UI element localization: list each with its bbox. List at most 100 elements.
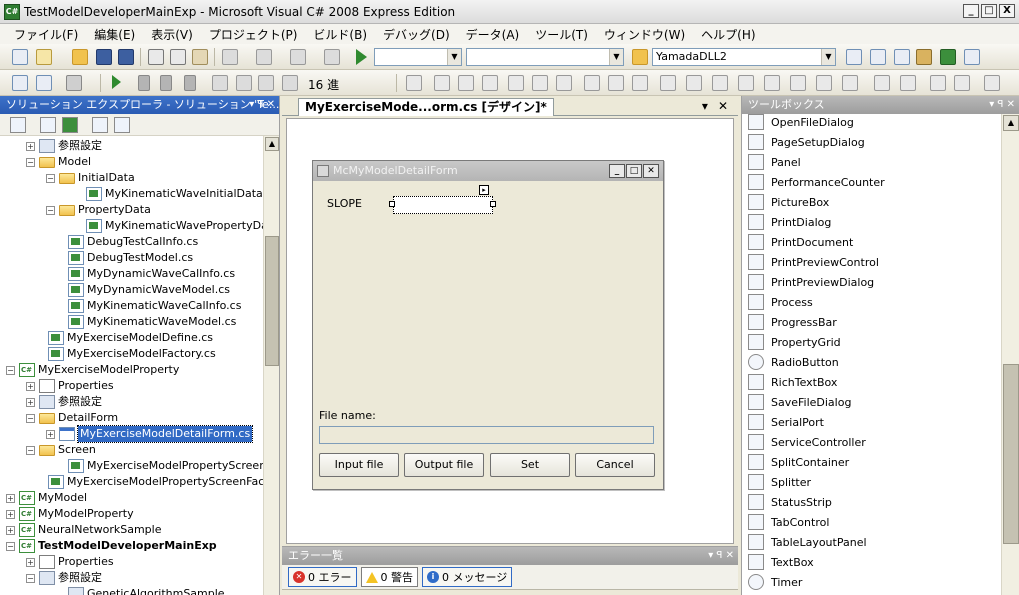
- tree-item[interactable]: MyExerciseModelPropertyScreenFacto: [48, 474, 264, 490]
- solution-explorer-scrollbar[interactable]: ▲: [263, 136, 279, 595]
- align-middles-icon[interactable]: [508, 75, 524, 91]
- navigate-backward-icon[interactable]: [290, 49, 306, 65]
- tree-item[interactable]: GeneticAlgorithmSample: [68, 586, 225, 595]
- vertical-spacing-icon[interactable]: [764, 75, 780, 91]
- scroll-up-arrow-icon[interactable]: ▲: [1003, 115, 1019, 131]
- scroll-thumb[interactable]: [265, 236, 279, 366]
- object-browser-icon[interactable]: [894, 49, 910, 65]
- expand-icon[interactable]: +: [6, 493, 15, 503]
- messages-filter-button[interactable]: i0 メッセージ: [422, 567, 513, 587]
- toolbox-item[interactable]: RichTextBox: [748, 372, 837, 392]
- active-files-dropdown-icon[interactable]: ▾: [702, 99, 708, 113]
- step-into-icon[interactable]: [212, 75, 228, 91]
- stop-icon[interactable]: [160, 75, 172, 91]
- refresh-icon[interactable]: [62, 117, 78, 133]
- resize-handle-right[interactable]: [490, 201, 496, 207]
- toolbox-item[interactable]: Splitter: [748, 472, 811, 492]
- add-item-icon[interactable]: [36, 49, 52, 65]
- tree-item[interactable]: + Properties: [26, 378, 114, 394]
- slope-textbox-selected[interactable]: [393, 196, 493, 214]
- remove-vertical-spacing-icon[interactable]: [842, 75, 858, 91]
- close-document-icon[interactable]: ✕: [718, 99, 728, 113]
- input-file-button[interactable]: Input file: [319, 453, 399, 477]
- tree-item[interactable]: + Properties: [26, 554, 114, 570]
- collapse-icon[interactable]: −: [6, 365, 15, 375]
- toolbox-icon[interactable]: [916, 49, 932, 65]
- breakpoints-icon[interactable]: [282, 75, 298, 91]
- toolbox-item[interactable]: SplitContainer: [748, 452, 849, 472]
- layout-grid-icon[interactable]: [12, 75, 28, 91]
- center-vertically-icon[interactable]: [900, 75, 916, 91]
- close-button[interactable]: X: [999, 4, 1015, 18]
- scroll-up-arrow-icon[interactable]: ▲: [265, 137, 279, 151]
- tree-item[interactable]: +MyModel: [6, 490, 87, 506]
- tree-item[interactable]: − 参照設定: [26, 570, 102, 586]
- tree-item[interactable]: −MyExerciseModelProperty: [6, 362, 179, 378]
- tree-item[interactable]: DebugTestModel.cs: [68, 250, 193, 266]
- file-name-label[interactable]: File name:: [319, 409, 376, 422]
- toolbox-item[interactable]: PerformanceCounter: [748, 172, 885, 192]
- copy-icon[interactable]: [170, 49, 186, 65]
- increase-spacing-icon[interactable]: [686, 75, 702, 91]
- align-centers-icon[interactable]: [434, 75, 450, 91]
- toolbox-item[interactable]: StatusStrip: [748, 492, 832, 512]
- view-designer-icon[interactable]: [114, 117, 130, 133]
- tree-item[interactable]: + 参照設定: [26, 138, 102, 154]
- design-surface[interactable]: McMyModelDetailForm _ □ ✕ SLOPE ▸ File n…: [286, 118, 734, 544]
- tree-item[interactable]: − InitialData: [46, 170, 135, 186]
- center-horizontally-icon[interactable]: [874, 75, 890, 91]
- toolbox-scrollbar[interactable]: ▲: [1001, 114, 1019, 595]
- decrease-vertical-spacing-icon[interactable]: [816, 75, 832, 91]
- file-name-textbox[interactable]: [319, 426, 654, 444]
- menu-view[interactable]: 表示(V): [143, 26, 201, 43]
- menu-debug[interactable]: デバッグ(D): [375, 26, 458, 43]
- save-all-icon[interactable]: [118, 49, 134, 65]
- step-out-icon[interactable]: [258, 75, 274, 91]
- undo-icon[interactable]: [222, 49, 238, 65]
- tree-item[interactable]: DebugTestCalInfo.cs: [68, 234, 198, 250]
- show-all-files-icon[interactable]: [40, 117, 56, 133]
- smart-tag-arrow-icon[interactable]: ▸: [479, 185, 489, 195]
- make-same-size-icon[interactable]: [608, 75, 624, 91]
- panel-header-controls[interactable]: ▾ ꟼ ✕: [708, 547, 734, 565]
- collapse-icon[interactable]: −: [6, 541, 15, 551]
- panel-header-controls[interactable]: ▾ ꟼ ✕: [249, 96, 275, 114]
- tree-item[interactable]: MyKinematicWaveCalInfo.cs: [68, 298, 241, 314]
- collapse-icon[interactable]: −: [26, 573, 35, 583]
- tree-item[interactable]: MyKinematicWaveInitialData.cs: [86, 186, 264, 202]
- toolbox-item[interactable]: Process: [748, 292, 813, 312]
- errors-filter-button[interactable]: ✕ 0 エラー: [288, 567, 357, 587]
- toolbox-item[interactable]: PrintDocument: [748, 232, 853, 252]
- resize-handle-left[interactable]: [389, 201, 395, 207]
- toolbox-item[interactable]: ServiceController: [748, 432, 866, 452]
- expand-icon[interactable]: +: [6, 509, 15, 519]
- restart-icon[interactable]: [184, 75, 196, 91]
- cut-icon[interactable]: [148, 49, 164, 65]
- make-same-height-icon[interactable]: [584, 75, 600, 91]
- navigate-forward-icon[interactable]: [324, 49, 340, 65]
- expand-icon[interactable]: +: [6, 525, 15, 535]
- expand-icon[interactable]: +: [26, 557, 35, 567]
- collapse-icon[interactable]: −: [26, 445, 35, 455]
- output-file-button[interactable]: Output file: [404, 453, 484, 477]
- start-page-icon[interactable]: [940, 49, 956, 65]
- build-icon[interactable]: [66, 75, 82, 91]
- tree-item[interactable]: +NeuralNetworkSample: [6, 522, 161, 538]
- new-project-icon[interactable]: [12, 49, 28, 65]
- properties-icon[interactable]: [10, 117, 26, 133]
- properties-window-icon[interactable]: [870, 49, 886, 65]
- project-combo[interactable]: YamadaDLL2 ▼: [652, 48, 836, 66]
- expand-icon[interactable]: +: [26, 397, 35, 407]
- menu-build[interactable]: ビルド(B): [305, 26, 375, 43]
- collapse-icon[interactable]: −: [26, 157, 35, 167]
- tree-item[interactable]: MyExerciseModelDefine.cs: [48, 330, 213, 346]
- configuration-combo[interactable]: ▼: [374, 48, 462, 66]
- scroll-thumb[interactable]: [1003, 364, 1019, 544]
- solution-explorer-icon[interactable]: [846, 49, 862, 65]
- toolbox-item[interactable]: SaveFileDialog: [748, 392, 851, 412]
- increase-vertical-spacing-icon[interactable]: [790, 75, 806, 91]
- menu-edit[interactable]: 編集(E): [86, 26, 143, 43]
- toolbox-item[interactable]: PrintPreviewDialog: [748, 272, 874, 292]
- make-same-width-icon[interactable]: [556, 75, 572, 91]
- maximize-button[interactable]: □: [981, 4, 997, 18]
